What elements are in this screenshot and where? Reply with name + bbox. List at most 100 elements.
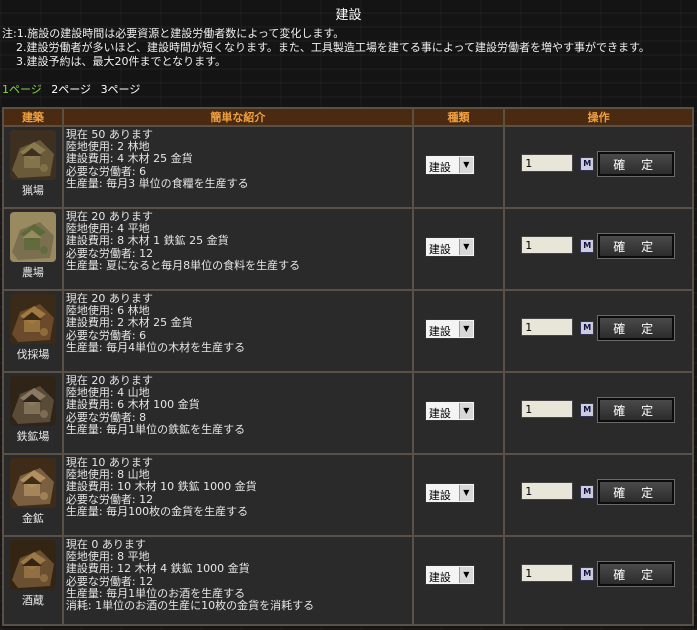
chevron-down-icon[interactable]: ▼ [458,321,473,337]
confirm-button[interactable]: 確 定 [597,479,676,505]
building-cell: 酒蔵 [4,537,62,624]
confirm-button[interactable]: 確 定 [597,151,676,177]
building-description: 現在 20 あります 陸地使用: 4 山地 建設費用: 6 木材 100 金貨 必要な… [63,373,412,453]
lumber-camp-icon[interactable] [9,294,56,344]
building-cell: 鉄鉱場 [4,373,62,453]
max-button[interactable]: M [580,567,595,581]
kind-select-value: 建設 [428,161,451,174]
operation-cell: 1 M 確 定 [505,291,692,371]
desc-line: 建設費用: 2 木材 25 金貨 [65,316,193,330]
kind-cell: 建設 ▼ [413,373,504,453]
desc-line: 必要な労働者: 6 [65,164,147,178]
kind-cell: 建設 ▼ [413,291,504,371]
gold-mine-icon[interactable] [9,458,56,508]
kind-select[interactable]: 建設 ▼ [424,319,475,339]
note-line-3: 3.建設予約は、最大20件までとなります。 [16,55,227,68]
brewery-icon[interactable] [9,540,56,590]
quantity-input[interactable]: 1 [521,400,574,418]
operation-cell: 1 M 確 定 [505,537,692,624]
operation-cell: 1 M 確 定 [505,127,692,207]
confirm-button[interactable]: 確 定 [597,315,676,341]
desc-line: 必要な労働者: 8 [65,410,147,424]
operation-cell: 1 M 確 定 [505,455,692,535]
iron-mine-icon[interactable] [9,376,56,426]
operation-cell: 1 M 確 定 [505,373,692,453]
building-description: 現在 0 あります 陸地使用: 8 平地 建設費用: 12 木材 4 鉄鉱 1000… [63,537,412,624]
desc-line: 消耗: 1単位のお酒の生産に10枚の金貨を消耗する [65,599,315,613]
table-row: 農場 現在 20 あります 陸地使用: 4 平地 建設費用: 8 木材 1 鉄鉱 2… [4,209,692,289]
building-cell: 猟場 [4,127,62,207]
building-name: 伐採場 [16,348,50,361]
building-description: 現在 20 あります 陸地使用: 4 平地 建設費用: 8 木材 1 鉄鉱 25 金… [63,209,412,289]
operation-cell: 1 M 確 定 [505,209,692,289]
table-row: 鉄鉱場 現在 20 あります 陸地使用: 4 山地 建設費用: 6 木材 100 金… [4,373,692,453]
building-description: 現在 50 あります 陸地使用: 2 林地 建設費用: 4 木材 25 金貨 必要な労… [63,127,412,207]
hunting-ground-icon[interactable] [9,130,56,180]
desc-line: 建設費用: 12 木材 4 鉄鉱 1000 金貨 [65,562,250,576]
header-intro: 簡単な紹介 [63,109,412,125]
confirm-button[interactable]: 確 定 [597,561,676,587]
desc-line: 建設費用: 4 木材 25 金貨 [65,152,193,166]
kind-cell: 建設 ▼ [413,127,504,207]
chevron-down-icon[interactable]: ▼ [458,567,473,583]
table-row: 猟場 現在 50 あります 陸地使用: 2 林地 建設費用: 4 木材 25 金貨必… [4,127,692,207]
building-name: 金鉱 [21,512,44,525]
chevron-down-icon[interactable]: ▼ [458,403,473,419]
quantity-input[interactable]: 1 [521,318,574,336]
building-table: 建築 簡単な紹介 種類 操作 猟場 現在 50 あります 陸地使用: 2 林地 建設… [2,107,694,626]
quantity-input[interactable]: 1 [521,236,574,254]
building-name: 猟場 [21,184,44,197]
building-name: 鉄鉱場 [16,430,50,443]
kind-select[interactable]: 建設 ▼ [424,401,475,421]
max-button[interactable]: M [580,321,595,335]
note-line-2: 2.建設労働者が多いほど、建設時間が短くなります。また、工具製造工場を建てる事に… [16,41,650,54]
pagination: 1ページ 2ページ 3ページ [2,81,146,97]
kind-select[interactable]: 建設 ▼ [424,237,475,257]
building-cell: 金鉱 [4,455,62,535]
kind-select-value: 建設 [428,571,451,584]
desc-line: 建設費用: 10 木材 10 鉄鉱 1000 金貨 [65,480,257,494]
confirm-button[interactable]: 確 定 [597,397,676,423]
header-building: 建築 [4,109,62,125]
desc-line: 生産量: 毎月3 単位の食糧を生産する [65,176,249,190]
kind-select[interactable]: 建設 ▼ [424,565,475,585]
desc-line: 必要な労働者: 12 [65,574,154,588]
page-link-3[interactable]: 3ページ [101,83,141,96]
desc-line: 必要な労働者: 6 [65,328,147,342]
note-line-1: 注:1.施設の建設時間は必要資源と建設労働者数によって変化します。 [2,27,345,40]
desc-line: 建設費用: 8 木材 1 鉄鉱 25 金貨 [65,234,229,248]
max-button[interactable]: M [580,239,595,253]
kind-select-value: 建設 [428,243,451,256]
desc-line: 生産量: 毎月4単位の木材を生産する [65,340,246,354]
farm-icon[interactable] [9,212,56,262]
chevron-down-icon[interactable]: ▼ [458,239,473,255]
kind-cell: 建設 ▼ [413,455,504,535]
quantity-input[interactable]: 1 [521,154,574,172]
kind-select-value: 建設 [428,407,451,420]
kind-select[interactable]: 建設 ▼ [424,155,475,175]
table-row: 金鉱 現在 10 あります 陸地使用: 8 山地 建設費用: 10 木材 10 鉄鉱… [4,455,692,535]
confirm-button[interactable]: 確 定 [597,233,676,259]
header-kind: 種類 [413,109,504,125]
max-button[interactable]: M [580,157,595,171]
page-title: 建設 [335,8,362,23]
page-link-1[interactable]: 1ページ [2,83,42,96]
max-button[interactable]: M [580,485,595,499]
quantity-input[interactable]: 1 [521,564,574,582]
chevron-down-icon[interactable]: ▼ [458,157,473,173]
table-row: 酒蔵 現在 0 あります 陸地使用: 8 平地 建設費用: 12 木材 4 鉄鉱 1… [4,537,692,624]
building-cell: 伐採場 [4,291,62,371]
kind-select[interactable]: 建設 ▼ [424,483,475,503]
chevron-down-icon[interactable]: ▼ [458,485,473,501]
page-link-2[interactable]: 2ページ [51,83,91,96]
desc-line: 必要な労働者: 12 [65,246,154,260]
kind-cell: 建設 ▼ [413,209,504,289]
building-description: 現在 20 あります 陸地使用: 6 林地 建設費用: 2 木材 25 金貨 必要な労… [63,291,412,371]
desc-line: 必要な労働者: 12 [65,492,154,506]
desc-line: 生産量: 毎月1単位の鉄鉱を生産する [65,422,246,436]
kind-select-value: 建設 [428,489,451,502]
max-button[interactable]: M [580,403,595,417]
desc-line: 生産量: 夏になると毎月8単位の食料を生産する [65,258,301,272]
quantity-input[interactable]: 1 [521,482,574,500]
desc-line: 建設費用: 6 木材 100 金貨 [65,398,200,412]
